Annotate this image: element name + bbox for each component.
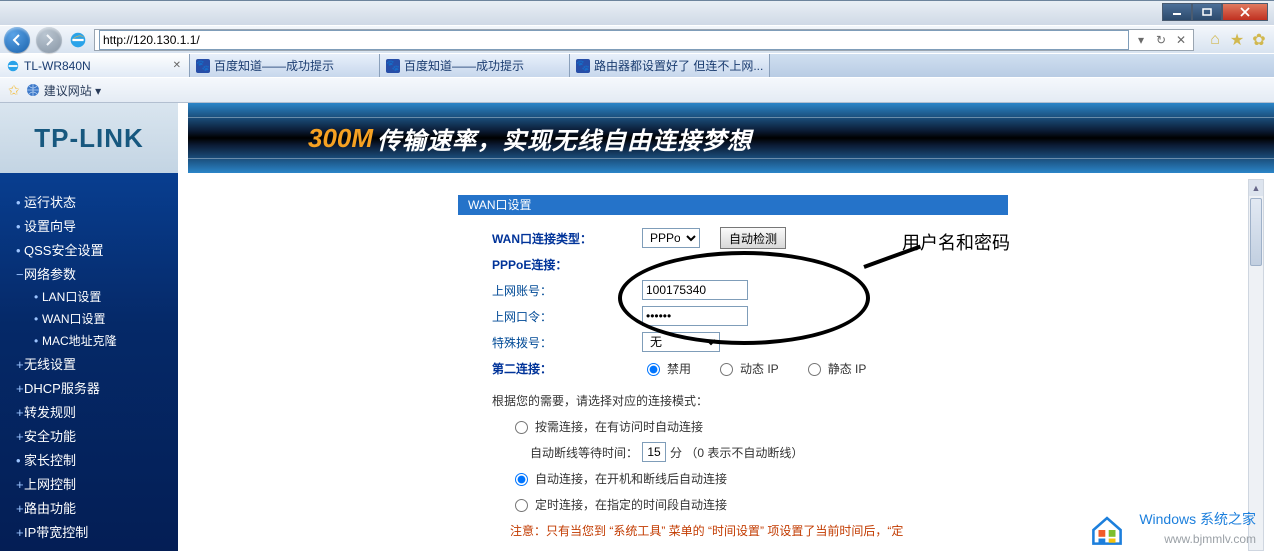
- nav-parental[interactable]: •家长控制: [16, 450, 178, 469]
- password-label: 上网口令：: [492, 308, 642, 325]
- nav-route[interactable]: +路由功能: [16, 498, 178, 517]
- addr-dropdown-icon[interactable]: ▾: [1133, 33, 1149, 47]
- address-bar[interactable]: ▾ ↻ ✕: [94, 29, 1194, 51]
- suggested-sites-link[interactable]: 建议网站 ▾: [26, 82, 101, 99]
- brand-logo-cell: TP-LINK: [0, 103, 178, 173]
- nav-access[interactable]: +上网控制: [16, 474, 178, 493]
- schedule-note: 注意：只有当您到 “系统工具” 菜单的 “时间设置” 项设置了当前时间后，“定: [510, 522, 903, 539]
- conn-type-label: WAN口连接类型：: [492, 230, 642, 247]
- baidu-paw-icon: 🐾: [576, 59, 590, 73]
- favorites-bar: ✩ 建议网站 ▾: [0, 77, 1274, 103]
- brand-logo-text: TP-LINK: [34, 123, 144, 154]
- baidu-paw-icon: 🐾: [386, 59, 400, 73]
- add-favorite-icon[interactable]: ✩: [8, 82, 20, 99]
- tab-label: 百度知道——成功提示: [404, 57, 524, 74]
- home-icon[interactable]: ⌂: [1206, 31, 1224, 49]
- nav-back-button[interactable]: [4, 27, 30, 53]
- radio-staticip[interactable]: 静态 IP: [803, 360, 867, 377]
- password-input[interactable]: [642, 306, 748, 326]
- watermark-logo-icon: [1090, 513, 1124, 547]
- window-close-button[interactable]: [1222, 3, 1268, 21]
- annotation-text: 用户名和密码: [902, 229, 1010, 255]
- idle-label-b: 分 （0 表示不自动断线）: [670, 444, 803, 461]
- idle-label-a: 自动断线等待时间：: [530, 444, 638, 461]
- mode-ondemand-radio[interactable]: [515, 421, 528, 434]
- browser-navbar: ▾ ↻ ✕ ⌂ ★ ✿: [0, 25, 1274, 53]
- mode-auto-radio[interactable]: [515, 473, 528, 486]
- content-scrollbar[interactable]: ▲: [1248, 179, 1264, 551]
- nav-bandwidth[interactable]: +IP带宽控制: [16, 522, 178, 541]
- tab-0[interactable]: TL-WR840N ✕: [0, 54, 190, 77]
- banner: 300M 传输速率，实现无线自由连接梦想: [188, 103, 1274, 173]
- window-titlebar: [0, 0, 1274, 25]
- page: TP-LINK 300M 传输速率，实现无线自由连接梦想 •运行状态 •设置向导…: [0, 103, 1274, 551]
- refresh-icon[interactable]: ↻: [1153, 33, 1169, 47]
- mode-auto-label: 自动连接，在开机和断线后自动连接: [535, 470, 727, 487]
- banner-text: 传输速率，实现无线自由连接梦想: [377, 121, 752, 156]
- panel-title: WAN口设置: [458, 195, 1008, 215]
- tab-label: 路由器都设置好了 但连不上网...: [594, 57, 763, 74]
- baidu-paw-icon: 🐾: [196, 59, 210, 73]
- tab-2[interactable]: 🐾 百度知道——成功提示: [380, 54, 570, 77]
- tab-close-icon[interactable]: ✕: [171, 60, 183, 71]
- mode-ondemand-label: 按需连接，在有访问时自动连接: [535, 418, 703, 435]
- watermark-title: Windows 系统之家: [1139, 509, 1256, 529]
- special-dial-select[interactable]: 无: [642, 332, 720, 352]
- main-panel: WAN口设置 WAN口连接类型： PPPoE 自动检测 PPPoE连接： 上网账…: [188, 173, 1274, 551]
- idle-minutes-input[interactable]: [642, 442, 666, 462]
- settings-gear-icon[interactable]: ✿: [1250, 30, 1268, 50]
- nav-wireless[interactable]: +无线设置: [16, 354, 178, 373]
- special-dial-label: 特殊拨号：: [492, 334, 642, 351]
- nav-qss[interactable]: •QSS安全设置: [16, 240, 178, 259]
- nav-dhcp[interactable]: +DHCP服务器: [16, 378, 178, 397]
- window-minimize-button[interactable]: [1162, 3, 1192, 21]
- ie-icon: [6, 59, 20, 73]
- nav-forward[interactable]: +转发规则: [16, 402, 178, 421]
- autodetect-button[interactable]: 自动检测: [720, 227, 786, 249]
- suggested-sites-label: 建议网站 ▾: [44, 82, 101, 99]
- nav-forward-button[interactable]: [36, 27, 62, 53]
- tab-strip: TL-WR840N ✕ 🐾 百度知道——成功提示 🐾 百度知道——成功提示 🐾 …: [0, 53, 1274, 77]
- scroll-thumb[interactable]: [1250, 198, 1262, 266]
- nav-wizard[interactable]: •设置向导: [16, 216, 178, 235]
- favorites-star-icon[interactable]: ★: [1228, 30, 1246, 50]
- pppoe-section-label: PPPoE连接：: [492, 256, 642, 273]
- tab-label: 百度知道——成功提示: [214, 57, 334, 74]
- scroll-up-icon[interactable]: ▲: [1249, 180, 1263, 196]
- nav-lan[interactable]: •LAN口设置: [34, 288, 178, 305]
- nav-security[interactable]: +安全功能: [16, 426, 178, 445]
- tab-1[interactable]: 🐾 百度知道——成功提示: [190, 54, 380, 77]
- radio-disable[interactable]: 禁用: [642, 360, 691, 377]
- second-conn-label: 第二连接：: [492, 360, 642, 377]
- stop-icon[interactable]: ✕: [1173, 33, 1189, 47]
- account-label: 上网账号：: [492, 282, 642, 299]
- nav-wan[interactable]: •WAN口设置: [34, 310, 178, 327]
- ie-icon: [68, 30, 88, 50]
- mode-scheduled-radio[interactable]: [515, 499, 528, 512]
- nav-status[interactable]: •运行状态: [16, 192, 178, 211]
- nav-network[interactable]: −网络参数: [16, 264, 178, 283]
- window-maximize-button[interactable]: [1192, 3, 1222, 21]
- address-input[interactable]: [99, 30, 1129, 50]
- watermark-url: www.bjmmlv.com: [1164, 532, 1256, 546]
- tab-3[interactable]: 🐾 路由器都设置好了 但连不上网...: [570, 54, 770, 77]
- mode-hint: 根据您的需要，请选择对应的连接模式：: [492, 392, 708, 409]
- conn-type-select[interactable]: PPPoE: [642, 228, 700, 248]
- globe-icon: [26, 83, 40, 97]
- account-input[interactable]: [642, 280, 748, 300]
- banner-speed: 300M: [308, 123, 373, 154]
- nav-mac-clone[interactable]: •MAC地址克隆: [34, 332, 178, 349]
- sidebar-nav: •运行状态 •设置向导 •QSS安全设置 −网络参数 •LAN口设置 •WAN口…: [0, 173, 178, 551]
- radio-dynip[interactable]: 动态 IP: [715, 360, 779, 377]
- mode-scheduled-label: 定时连接，在指定的时间段自动连接: [535, 496, 727, 513]
- tab-label: TL-WR840N: [24, 59, 91, 73]
